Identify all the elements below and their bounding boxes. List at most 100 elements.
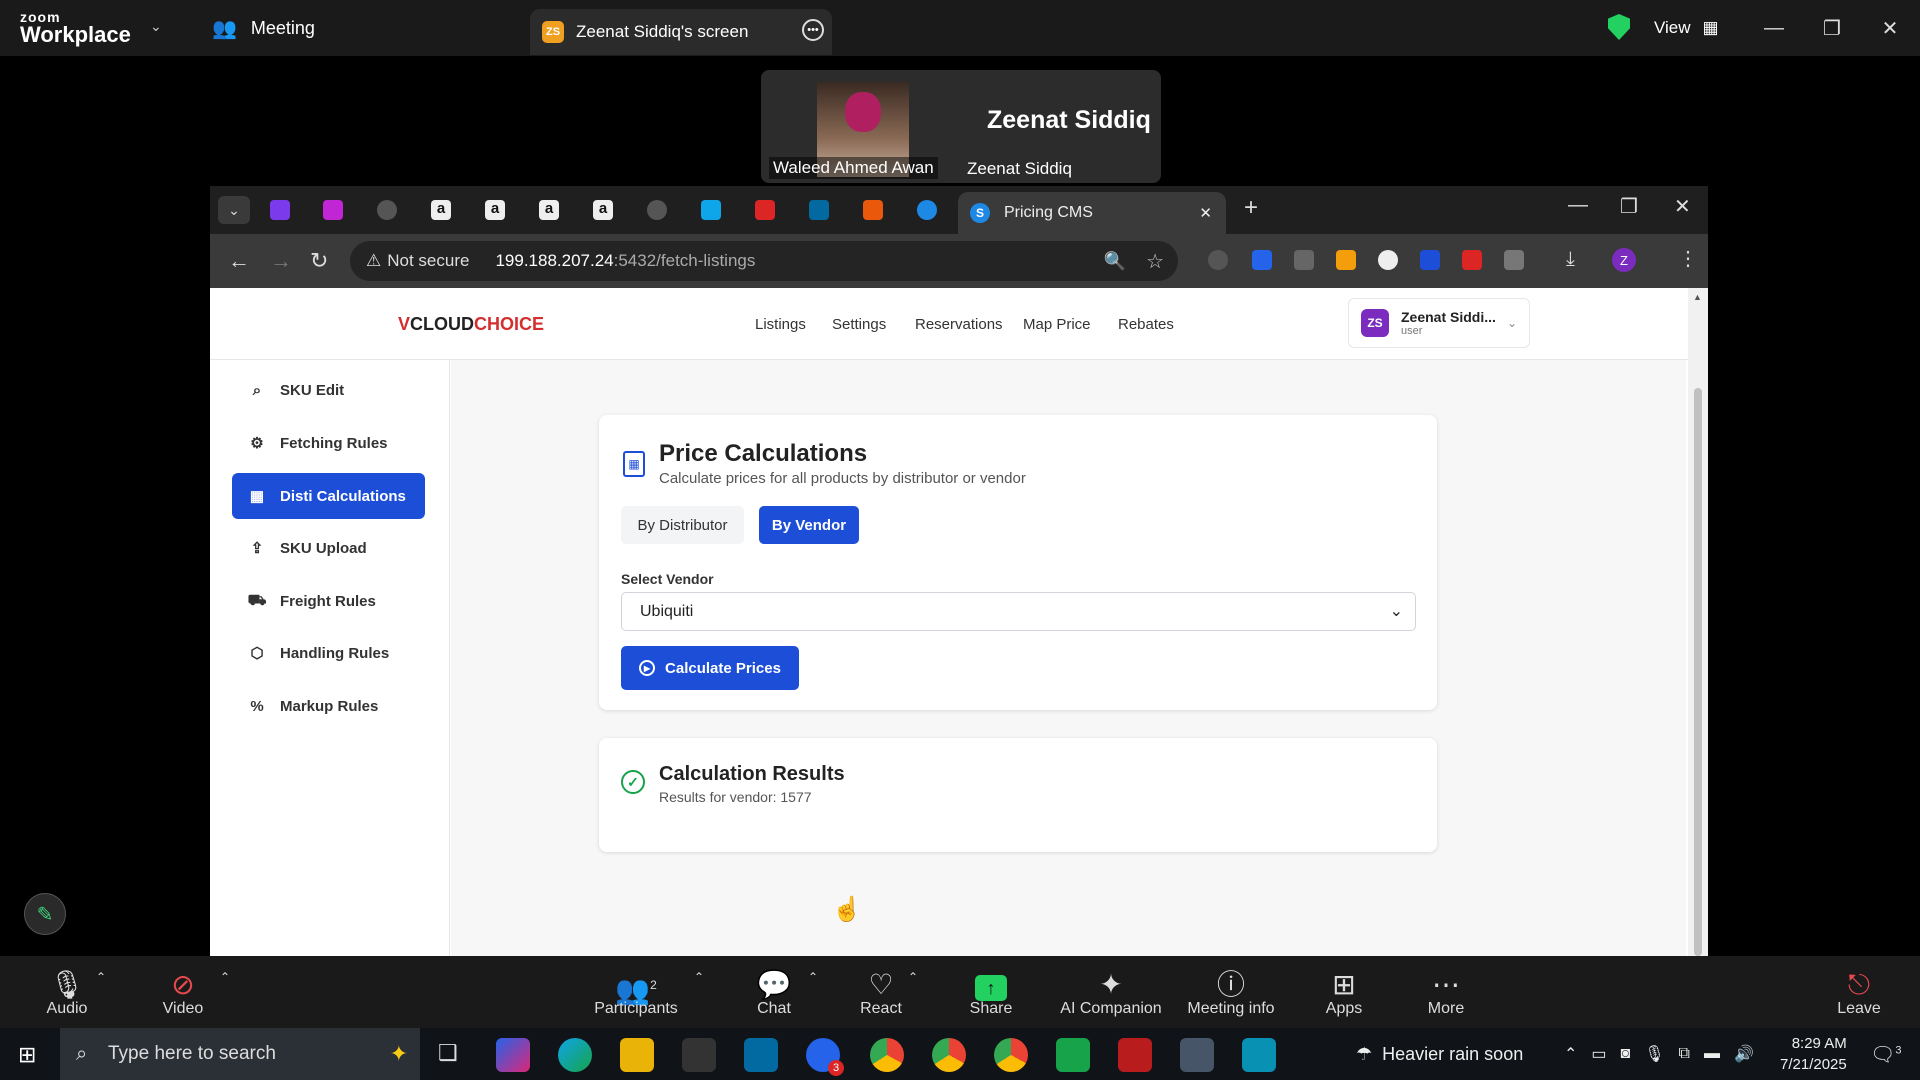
audio-options-chevron-icon[interactable]: ⌃: [96, 970, 106, 984]
extension-icon[interactable]: [1420, 250, 1440, 270]
sidebar-item-fetching-rules[interactable]: ⚙ Fetching Rules: [232, 420, 425, 466]
chevron-up-icon[interactable]: ⌃: [1564, 1044, 1577, 1064]
extension-icon[interactable]: [1336, 250, 1356, 270]
volume-icon[interactable]: 🔊: [1734, 1044, 1754, 1064]
excel-icon[interactable]: [1056, 1038, 1090, 1072]
reload-icon[interactable]: ↻: [310, 248, 328, 274]
vendor-select[interactable]: Ubiquiti ⌄: [621, 592, 1416, 631]
extension-icon[interactable]: [1462, 250, 1482, 270]
kebab-menu-icon[interactable]: ⋮: [1678, 246, 1698, 271]
scrollbar[interactable]: ▲: [1688, 288, 1708, 956]
filezilla-icon[interactable]: [1118, 1038, 1152, 1072]
sidebar-item-markup-rules[interactable]: % Markup Rules: [232, 683, 425, 729]
chat-button[interactable]: 💬 Chat: [752, 970, 796, 1018]
url-bar[interactable]: ⚠ Not secure 199.188.207.24:5432/fetch-l…: [350, 241, 1178, 281]
share-button[interactable]: ↑ Share: [966, 970, 1016, 1018]
tab-favicon[interactable]: [701, 200, 721, 220]
mic-icon[interactable]: 🎙: [1644, 1044, 1664, 1064]
windows-start-icon[interactable]: ⊞: [18, 1042, 36, 1068]
extension-icon[interactable]: [1252, 250, 1272, 270]
nav-rebates[interactable]: Rebates: [1118, 316, 1174, 333]
by-distributor-toggle[interactable]: By Distributor: [621, 506, 744, 544]
amazon-icon[interactable]: a: [431, 200, 451, 220]
video-options-chevron-icon[interactable]: ⌃: [220, 970, 230, 984]
extension-icon[interactable]: [1378, 250, 1398, 270]
apps-button[interactable]: ⊞ Apps: [1322, 970, 1366, 1018]
file-explorer-icon[interactable]: [620, 1038, 654, 1072]
amazon-icon[interactable]: a: [539, 200, 559, 220]
close-icon[interactable]: ✕: [1862, 0, 1918, 56]
extension-icon[interactable]: [1294, 250, 1314, 270]
back-icon[interactable]: ←: [228, 248, 250, 274]
restore-icon[interactable]: ❐: [1620, 194, 1638, 219]
tab-favicon[interactable]: [863, 200, 883, 220]
battery-icon[interactable]: ▬: [1704, 1045, 1720, 1063]
meeting-info-button[interactable]: ⓘ Meeting info: [1186, 970, 1276, 1018]
share-tab[interactable]: ZS Zeenat Siddiq's screen •••: [530, 9, 832, 55]
camera-icon[interactable]: ◙: [1621, 1045, 1631, 1063]
calculator-icon[interactable]: [1180, 1038, 1214, 1072]
user-menu[interactable]: ZS Zeenat Siddi... user ⌄: [1348, 298, 1530, 348]
more-button[interactable]: ⋯ More: [1424, 970, 1468, 1018]
view-button[interactable]: View ▦: [1654, 0, 1719, 56]
forward-icon[interactable]: →: [270, 248, 292, 274]
sidebar-item-sku-upload[interactable]: ⇪ SKU Upload: [232, 525, 425, 571]
scroll-up-icon[interactable]: ▲: [1693, 292, 1702, 302]
display-icon[interactable]: ▭: [1591, 1044, 1606, 1064]
chrome-icon[interactable]: [932, 1038, 966, 1072]
minimize-icon[interactable]: —: [1568, 194, 1588, 217]
scrollbar-thumb[interactable]: [1694, 388, 1702, 956]
tab-search-icon[interactable]: ⌄: [218, 196, 250, 224]
nav-listings[interactable]: Listings: [755, 316, 806, 333]
audio-button[interactable]: 🎙 Audio: [42, 970, 92, 1018]
minimize-icon[interactable]: —: [1746, 0, 1802, 56]
edge-icon[interactable]: [558, 1038, 592, 1072]
speaker-thumbnail[interactable]: Zeenat Siddiq Waleed Ahmed Awan Zeenat S…: [761, 70, 1161, 183]
nav-map-price[interactable]: Map Price: [1023, 316, 1091, 333]
ai-companion-button[interactable]: ✦ AI Companion: [1058, 970, 1164, 1018]
meeting-tab[interactable]: 👥 Meeting: [212, 0, 315, 56]
react-options-chevron-icon[interactable]: ⌃: [908, 970, 918, 984]
by-vendor-toggle[interactable]: By Vendor: [759, 506, 859, 544]
chevron-down-icon[interactable]: ⌄: [150, 18, 162, 35]
chrome-icon[interactable]: [994, 1038, 1028, 1072]
tab-favicon[interactable]: [323, 200, 343, 220]
store-icon[interactable]: [682, 1038, 716, 1072]
amazon-icon[interactable]: a: [593, 200, 613, 220]
tab-favicon[interactable]: [755, 200, 775, 220]
more-options-icon[interactable]: •••: [802, 19, 824, 41]
tab-favicon[interactable]: [270, 200, 290, 220]
leave-button[interactable]: ⎋ Leave: [1834, 970, 1884, 1018]
zoom-search-icon[interactable]: 🔍: [1104, 251, 1126, 272]
nav-reservations[interactable]: Reservations: [915, 316, 1003, 333]
notifications-icon[interactable]: 🗨3: [1870, 1042, 1902, 1067]
nav-settings[interactable]: Settings: [832, 316, 886, 333]
chrome-icon[interactable]: [870, 1038, 904, 1072]
download-icon[interactable]: ⤓: [1566, 248, 1575, 271]
tab-favicon[interactable]: [809, 200, 829, 220]
zoom-app-icon[interactable]: 3: [806, 1038, 844, 1076]
new-tab-icon[interactable]: +: [1244, 194, 1258, 222]
calculate-prices-button[interactable]: ▶ Calculate Prices: [621, 646, 799, 690]
outlook-icon[interactable]: [744, 1038, 778, 1072]
pen-icon[interactable]: ✎: [24, 893, 66, 935]
not-secure-indicator[interactable]: ⚠ Not secure: [366, 251, 469, 271]
profile-avatar[interactable]: Z: [1612, 248, 1636, 272]
cloudchoice-logo[interactable]: VCLOUDCHOICE: [398, 314, 544, 335]
sidebar-item-freight-rules[interactable]: ⛟ Freight Rules: [232, 578, 425, 624]
tab-favicon[interactable]: [647, 200, 667, 220]
tab-favicon[interactable]: [917, 200, 937, 220]
puzzle-icon[interactable]: [1504, 250, 1524, 270]
participants-button[interactable]: 👥2 Participants: [594, 970, 678, 1018]
react-button[interactable]: ♡ React: [856, 970, 906, 1018]
app-icon[interactable]: [1242, 1038, 1276, 1072]
participants-options-chevron-icon[interactable]: ⌃: [694, 970, 704, 984]
task-view-icon[interactable]: ❑: [438, 1040, 458, 1066]
tab-pricing-cms[interactable]: S Pricing CMS ✕: [958, 192, 1226, 234]
bookmark-star-icon[interactable]: ☆: [1146, 249, 1164, 274]
sidebar-item-handling-rules[interactable]: ⬡ Handling Rules: [232, 630, 425, 676]
close-icon[interactable]: ✕: [1674, 194, 1691, 219]
clock[interactable]: 8:29 AM 7/21/2025: [1780, 1033, 1847, 1075]
extension-icon[interactable]: [1208, 250, 1228, 270]
copilot-icon[interactable]: [496, 1038, 530, 1072]
